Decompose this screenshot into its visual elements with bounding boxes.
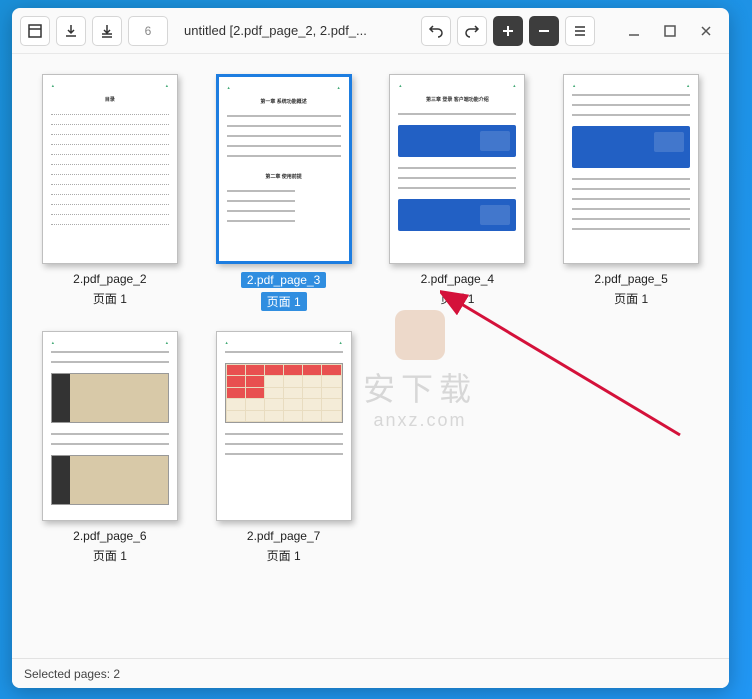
close-button[interactable] <box>691 16 721 46</box>
thumbnail-page: 页面 1 <box>614 290 648 307</box>
layout-button[interactable] <box>20 16 50 46</box>
thumbnail-name: 2.pdf_page_2 <box>73 272 146 286</box>
rotate-right-button[interactable] <box>457 16 487 46</box>
maximize-button[interactable] <box>655 16 685 46</box>
titlebar: 6 untitled [2.pdf_page_2, 2.pdf_... <box>12 8 729 54</box>
thumbnail-name: 2.pdf_page_4 <box>421 272 494 286</box>
thumbnail-item: ▲▲ 2.pdf_page_5 页面 1 <box>557 74 705 311</box>
thumbnail[interactable]: ▲▲第三章 登录 客户端功能介绍 <box>389 74 525 264</box>
menu-button[interactable] <box>565 16 595 46</box>
remove-icon <box>536 23 552 39</box>
page-count: 6 <box>128 16 168 46</box>
app-window: 6 untitled [2.pdf_page_2, 2.pdf_... ▲▲目录… <box>12 8 729 688</box>
thumbnail-name: 2.pdf_page_7 <box>247 529 320 543</box>
thumbnail[interactable]: ▲▲ <box>42 331 178 521</box>
thumbnail-page: 页面 1 <box>440 290 474 307</box>
download-icon <box>63 23 79 39</box>
thumbnail-page: 页面 1 <box>93 290 127 307</box>
window-title: untitled [2.pdf_page_2, 2.pdf_... <box>174 23 415 38</box>
thumbnail[interactable]: ▲▲ <box>563 74 699 264</box>
close-icon <box>698 23 714 39</box>
thumbnail[interactable]: ▲▲目录 <box>42 74 178 264</box>
thumbnail-item: ▲▲第一章 系统功能概述第二章 使用前提 2.pdf_page_3 页面 1 <box>210 74 358 311</box>
download-all-button[interactable] <box>92 16 122 46</box>
add-icon <box>500 23 516 39</box>
rotate-left-button[interactable] <box>421 16 451 46</box>
thumbnail-area[interactable]: ▲▲目录2.pdf_page_2页面 1▲▲第一章 系统功能概述第二章 使用前提… <box>12 54 729 658</box>
rotate-left-icon <box>428 23 444 39</box>
thumbnail-item: ▲▲目录 2.pdf_page_2 页面 1 <box>36 74 184 311</box>
status-bar: Selected pages: 2 <box>12 658 729 688</box>
download-button[interactable] <box>56 16 86 46</box>
thumbnail-name: 2.pdf_page_6 <box>73 529 146 543</box>
menu-icon <box>572 23 588 39</box>
thumbnail-name: 2.pdf_page_3 <box>241 272 326 288</box>
thumbnail-name: 2.pdf_page_5 <box>594 272 667 286</box>
maximize-icon <box>662 23 678 39</box>
add-button[interactable] <box>493 16 523 46</box>
layout-icon <box>27 23 43 39</box>
thumbnail-page: 页面 1 <box>93 547 127 564</box>
download-all-icon <box>99 23 115 39</box>
thumbnail-item: ▲▲第三章 登录 客户端功能介绍 2.pdf_page_4 页面 1 <box>384 74 532 311</box>
thumbnail[interactable]: ▲▲第一章 系统功能概述第二章 使用前提 <box>216 74 352 264</box>
status-text: Selected pages: 2 <box>24 667 120 681</box>
thumbnail-item: ▲▲ 2.pdf_page_6 页面 1 <box>36 331 184 564</box>
minimize-icon <box>626 23 642 39</box>
remove-button[interactable] <box>529 16 559 46</box>
thumbnail-item: ▲▲ 2.pdf_page_7 页面 1 <box>210 331 358 564</box>
minimize-button[interactable] <box>619 16 649 46</box>
thumbnail-page: 页面 1 <box>267 547 301 564</box>
thumbnail[interactable]: ▲▲ <box>216 331 352 521</box>
rotate-right-icon <box>464 23 480 39</box>
thumbnail-page: 页面 1 <box>261 292 307 311</box>
